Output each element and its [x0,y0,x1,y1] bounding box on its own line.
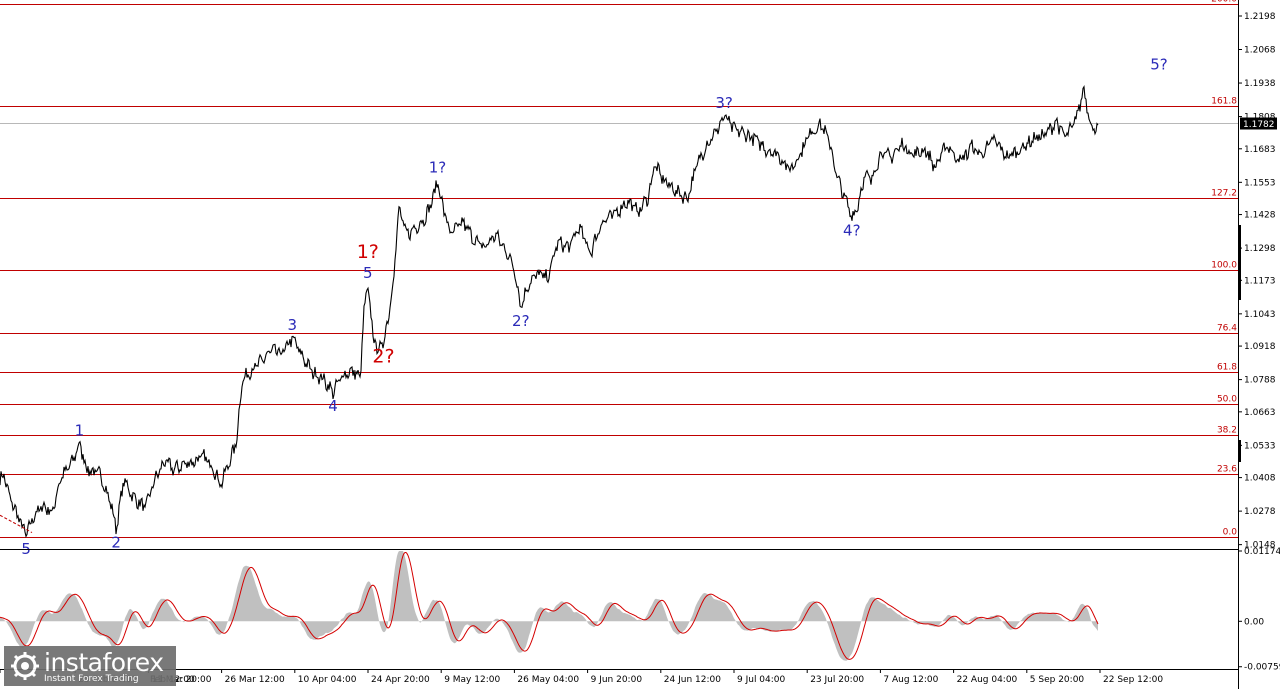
watermark-subtitle: Instant Forex Trading [44,674,139,684]
price-tick-label: 1.1043 [1244,310,1276,320]
time-tick-label: 22 Aug 04:00 [957,675,1018,685]
fib-label: 61.8 [1217,363,1237,373]
price-tick-label: 1.0148 [1244,541,1276,551]
price-tick-label: 1.0663 [1244,408,1276,418]
price-tick-label: 1.1553 [1244,178,1276,188]
time-tick-label: 23 Jul 20:00 [810,675,864,685]
price-tick-label: 1.0788 [1244,376,1276,386]
time-tick-label: 9 Jul 04:00 [737,675,786,685]
price-chart: 200.0161.8127.2100.076.461.850.038.223.6… [0,0,1280,689]
wave-label: 2? [372,346,394,368]
price-tick-label: 1.1298 [1244,244,1276,254]
gear-icon [11,652,39,680]
wave-label: 2? [512,312,530,330]
price-tick-label: 1.1173 [1244,276,1276,286]
wave-label: 4? [843,222,861,240]
fib-label: 50.0 [1217,395,1237,405]
time-tick-label: 24 Apr 20:00 [371,675,430,685]
price-tick-label: 1.1938 [1244,79,1276,89]
time-tick-label: 24 Jun 12:00 [664,675,721,685]
fib-label: 0.0 [1223,528,1238,538]
price-tick-label: 1.0918 [1244,342,1276,352]
fib-label: 161.8 [1211,97,1237,107]
wave-label: 3 [288,316,298,334]
wave-label: 3? [715,94,733,112]
wave-label: 1? [357,241,379,263]
time-tick-label: 5 Sep 20:00 [1030,675,1085,685]
current-price-label: 1.1782 [1243,120,1275,130]
wave-label: 1 [75,422,85,440]
fib-label: 76.4 [1217,324,1237,334]
price-tick-label: 1.1428 [1244,211,1276,221]
price-tick-label: 1.0278 [1244,507,1276,517]
time-tick-label: 7 Aug 12:00 [883,675,938,685]
time-tick-label: 9 May 12:00 [444,675,500,685]
fib-label: 127.2 [1211,189,1237,199]
time-tick-label: 10 Apr 04:00 [298,675,357,685]
price-tick-label: 1.2068 [1244,46,1276,56]
wave-label: 4 [328,397,338,415]
fib-label: 38.2 [1217,426,1237,436]
time-tick-label: 26 May 04:00 [517,675,579,685]
fib-label: 100.0 [1211,261,1237,271]
indicator-tick-label: 0.00 [1244,617,1264,627]
time-tick-label: 9 Jun 20:00 [591,675,643,685]
watermark-logo: instaforex Instant Forex Trading [4,646,176,686]
watermark-name: instaforex [44,648,164,677]
price-tick-label: 1.1683 [1244,145,1276,155]
fib-label: 23.6 [1217,465,1237,475]
wave-label: 1? [429,159,447,177]
wave-target-label: 5? [1150,56,1168,74]
price-tick-label: 1.0533 [1244,441,1276,451]
wave-label: 5 [363,264,373,282]
time-tick-label: 26 Mar 12:00 [225,675,285,685]
price-tick-label: 1.0408 [1244,474,1276,484]
price-tick-label: 1.2198 [1244,12,1276,22]
time-tick-label: 22 Sep 12:00 [1103,675,1163,685]
fib-label: 200.0 [1211,0,1237,5]
indicator-tick-label: -0.00759 [1244,663,1280,673]
